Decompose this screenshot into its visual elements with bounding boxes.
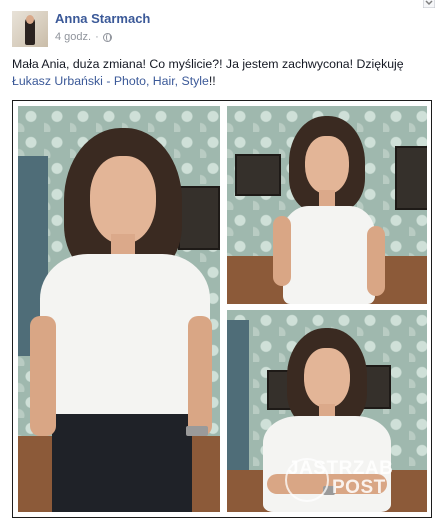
mirror <box>178 186 220 250</box>
arm-right <box>188 316 212 436</box>
arm-left <box>30 316 56 436</box>
chevron-down-icon[interactable] <box>423 0 435 8</box>
photo-grid <box>12 100 432 518</box>
photo-top-right[interactable] <box>227 106 427 304</box>
mirror <box>235 154 281 196</box>
post-text: Mała Ania, duża zmiana! Co myślicie?! Ja… <box>12 57 404 71</box>
post-message: Mała Ania, duża zmiana! Co myślicie?! Ja… <box>12 56 442 90</box>
mentioned-page-link[interactable]: Łukasz Urbański - Photo, Hair, Style <box>12 74 209 88</box>
watermark: JASTRZAB POST <box>288 459 393 497</box>
shirt <box>40 254 210 414</box>
globe-icon <box>102 32 112 42</box>
watermark-line1: JASTRZAB <box>288 458 394 479</box>
face <box>305 136 349 194</box>
mirror <box>395 146 427 210</box>
watermark-line2: POST <box>332 477 386 498</box>
author-avatar[interactable] <box>12 11 48 47</box>
post-text-suffix: !! <box>208 74 216 88</box>
author-name[interactable]: Anna Starmach <box>55 11 150 26</box>
face <box>90 156 156 244</box>
arm-left <box>273 216 291 286</box>
photo-main[interactable] <box>18 106 220 512</box>
post-meta: 4 godz. · <box>55 31 112 43</box>
avatar-head <box>26 15 34 24</box>
jeans <box>52 414 192 512</box>
facebook-post: Anna Starmach 4 godz. · Mała Ania, duża … <box>0 0 448 528</box>
curtain <box>227 320 249 470</box>
arm-right <box>367 226 385 296</box>
shirt <box>283 206 375 304</box>
face <box>304 348 350 408</box>
post-timestamp[interactable]: 4 godz. <box>55 31 91 43</box>
watch <box>186 426 208 436</box>
